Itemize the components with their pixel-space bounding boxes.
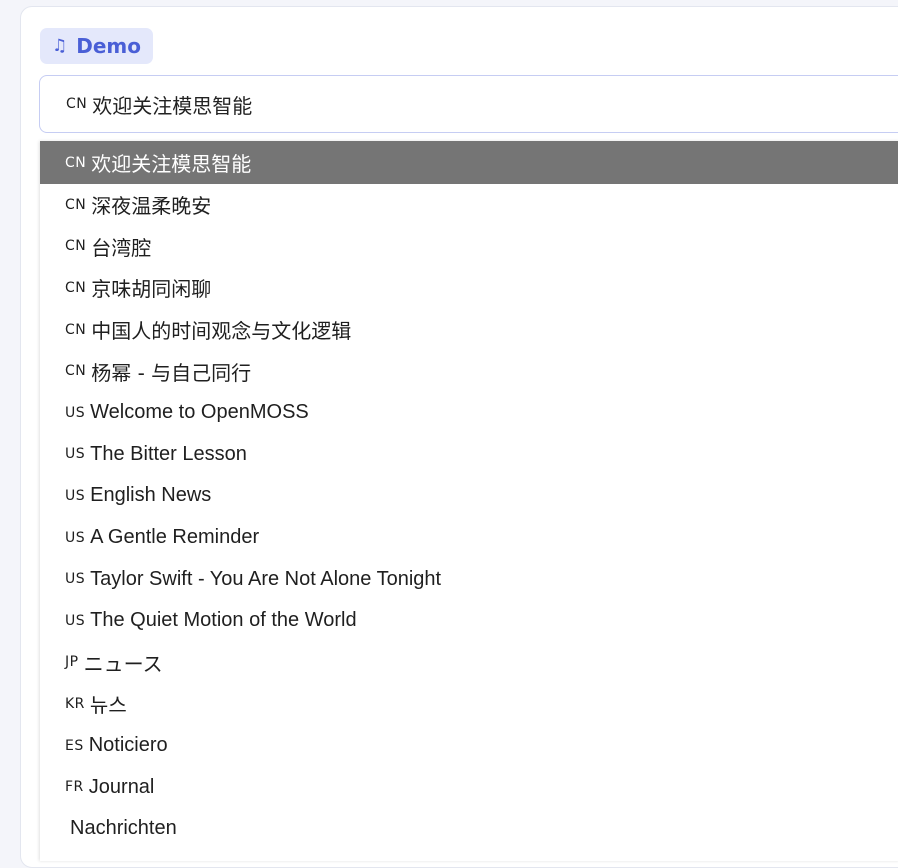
dropdown-option[interactable]: US Taylor Swift - You Are Not Alone Tonig… xyxy=(40,558,898,600)
sample-select[interactable]: CN 欢迎关注模思智能 xyxy=(39,75,898,133)
flag-icon: CN xyxy=(66,96,88,112)
music-note-icon: ♫ xyxy=(52,36,68,56)
demo-badge-label: Demo xyxy=(76,34,141,58)
option-label: Taylor Swift - You Are Not Alone Tonight xyxy=(90,567,442,590)
option-label: ニュース xyxy=(83,651,163,676)
flag-icon: US xyxy=(65,446,86,463)
flag-icon: US xyxy=(65,404,86,421)
flag-icon: US xyxy=(65,612,86,629)
flag-icon: CN xyxy=(65,279,87,296)
dropdown-option[interactable]: US A Gentle Reminder xyxy=(40,517,898,559)
option-label: 台湾腔 xyxy=(91,235,152,260)
flag-icon: KR xyxy=(65,695,85,712)
option-label: Welcome to OpenMOSS xyxy=(90,401,309,424)
dropdown-option[interactable]: FR Journal xyxy=(40,766,898,808)
flag-icon: CN xyxy=(65,238,87,255)
option-label: 京味胡同闲聊 xyxy=(91,277,212,302)
dropdown-option[interactable]: ES Noticiero xyxy=(40,725,898,767)
select-value: 欢迎关注模思智能 xyxy=(92,93,253,118)
dropdown-option[interactable]: CN 台湾腔 xyxy=(40,226,898,268)
flag-icon: US xyxy=(65,487,86,504)
dropdown-option[interactable]: CN 中国人的时间观念与文化逻辑 xyxy=(40,309,898,351)
flag-icon: FR xyxy=(65,779,84,796)
dropdown-option[interactable]: CN 深夜温柔晚安 xyxy=(40,184,898,226)
flag-icon: CN xyxy=(65,154,87,171)
option-label: Noticiero xyxy=(88,734,168,757)
option-label: 杨幂 - 与自己同行 xyxy=(91,360,252,385)
dropdown-option[interactable]: CN 欢迎关注模思智能 xyxy=(40,141,898,184)
dropdown-option[interactable]: US The Bitter Lesson xyxy=(40,434,898,476)
flag-icon: JP xyxy=(65,654,79,671)
option-label: English News xyxy=(90,484,212,507)
option-label: 欢迎关注模思智能 xyxy=(91,152,252,176)
option-label: Journal xyxy=(88,775,155,798)
option-label: Nachrichten xyxy=(70,817,177,840)
dropdown-option[interactable]: Nachrichten xyxy=(40,808,898,850)
dropdown-option[interactable]: CN 京味胡同闲聊 xyxy=(40,267,898,309)
dropdown-option[interactable]: US Welcome to OpenMOSS xyxy=(40,392,898,434)
dropdown-option[interactable]: CN 杨幂 - 与自己同行 xyxy=(40,350,898,392)
option-label: 中国人的时间观念与文化逻辑 xyxy=(91,319,352,344)
demo-badge: ♫ Demo xyxy=(40,28,153,64)
flag-icon: US xyxy=(65,571,86,588)
flag-icon: ES xyxy=(65,737,84,754)
dropdown-option[interactable]: JP ニュース xyxy=(40,642,898,684)
dropdown-list: CN 欢迎关注模思智能 CN 深夜温柔晚安 CN 台湾腔 CN 京味胡同闲聊 CN 中国人的时间观… xyxy=(40,141,898,861)
flag-icon: US xyxy=(65,529,86,546)
dropdown-option[interactable]: US English News xyxy=(40,475,898,517)
flag-icon: CN xyxy=(65,196,87,213)
flag-icon: CN xyxy=(65,363,87,380)
option-label: The Bitter Lesson xyxy=(90,442,247,465)
dropdown-option[interactable]: KR 뉴스 xyxy=(40,683,898,725)
option-label: 深夜温柔晚安 xyxy=(91,194,212,219)
option-label: 뉴스 xyxy=(89,693,127,718)
dropdown-option[interactable]: US The Quiet Motion of the World xyxy=(40,600,898,642)
option-label: A Gentle Reminder xyxy=(90,526,260,549)
option-label: The Quiet Motion of the World xyxy=(90,609,357,632)
flag-icon: CN xyxy=(65,321,87,338)
